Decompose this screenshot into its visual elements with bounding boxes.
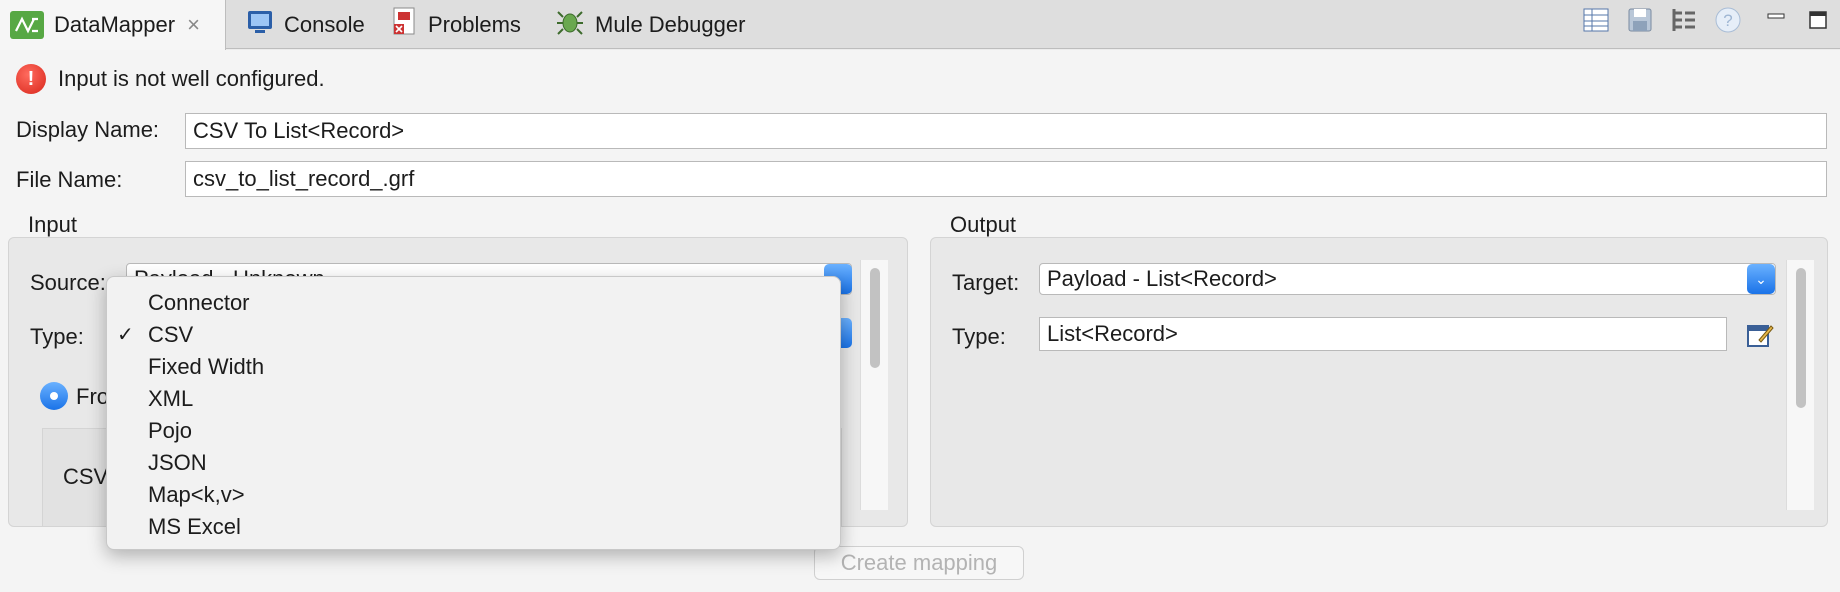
- maximize-icon[interactable]: [1804, 6, 1832, 34]
- tab-problems[interactable]: Problems: [380, 0, 540, 49]
- output-scrollbar[interactable]: [1786, 260, 1814, 510]
- tab-console[interactable]: Console: [236, 0, 376, 49]
- menu-item-ms-excel[interactable]: MS Excel: [107, 511, 840, 543]
- menu-item-map[interactable]: Map<k,v>: [107, 479, 840, 511]
- output-group-title: Output: [950, 212, 1017, 237]
- scroll-thumb[interactable]: [1796, 268, 1806, 408]
- edit-icon[interactable]: [1745, 320, 1775, 350]
- tab-label: Problems: [428, 11, 521, 37]
- input-scrollbar[interactable]: [860, 260, 888, 510]
- tree-view-icon[interactable]: [1670, 6, 1698, 34]
- menu-item-connector[interactable]: Connector: [107, 287, 840, 319]
- mule-debugger-icon: [555, 7, 585, 43]
- output-type-label: Type:: [952, 324, 1006, 349]
- target-label: Target:: [952, 270, 1020, 295]
- menu-item-fixed-width[interactable]: Fixed Width: [107, 351, 840, 383]
- target-value: Payload - List<Record>: [1047, 266, 1277, 291]
- scroll-thumb[interactable]: [870, 268, 880, 368]
- menu-item-label: Connector: [148, 290, 250, 315]
- tab-mule-debugger[interactable]: Mule Debugger: [545, 0, 765, 49]
- output-type-field[interactable]: List<Record>: [1039, 317, 1727, 351]
- menu-item-json[interactable]: JSON: [107, 447, 840, 479]
- type-label: Type:: [30, 324, 84, 349]
- menu-item-xml[interactable]: XML: [107, 383, 840, 415]
- display-name-label: Display Name:: [16, 117, 160, 142]
- menu-item-csv[interactable]: ✓ CSV: [107, 319, 840, 351]
- tab-label: Mule Debugger: [595, 11, 746, 37]
- help-icon[interactable]: ?: [1714, 6, 1742, 34]
- menu-item-label: Pojo: [148, 418, 193, 443]
- minimize-icon[interactable]: [1762, 6, 1790, 34]
- datamapper-icon: [10, 11, 44, 39]
- tab-label: Console: [284, 11, 365, 37]
- file-name-label: File Name:: [16, 167, 123, 192]
- menu-item-label: Map<k,v>: [148, 482, 245, 507]
- tab-label: DataMapper: [54, 12, 176, 37]
- save-icon[interactable]: [1626, 6, 1654, 34]
- display-name-field[interactable]: CSV To List<Record>: [185, 113, 1827, 149]
- menu-item-label: MS Excel: [148, 514, 241, 539]
- console-icon: [246, 9, 274, 41]
- menu-item-label: JSON: [148, 450, 207, 475]
- type-dropdown-menu: Connector ✓ CSV Fixed Width XML Pojo JSON…: [106, 276, 841, 550]
- from-radio[interactable]: [40, 382, 68, 410]
- svg-text:?: ?: [1723, 11, 1732, 30]
- tab-datamapper[interactable]: DataMapper ×: [0, 0, 226, 50]
- menu-item-label: Fixed Width: [148, 354, 265, 379]
- problems-icon: [390, 6, 418, 44]
- menu-item-pojo[interactable]: Pojo: [107, 415, 840, 447]
- editor-tab-bar: DataMapper × Console Problems Mule Debug…: [0, 0, 1840, 50]
- from-radio-label: Fro: [76, 384, 109, 409]
- chevron-down-icon[interactable]: ⌄: [1747, 264, 1775, 294]
- table-view-icon[interactable]: [1582, 6, 1610, 34]
- file-name-field[interactable]: csv_to_list_record_.grf: [185, 161, 1827, 197]
- menu-item-label: CSV: [148, 322, 194, 347]
- close-icon[interactable]: ×: [187, 12, 200, 38]
- menu-item-label: XML: [148, 386, 194, 411]
- input-group-title: Input: [28, 212, 77, 237]
- error-icon: !: [16, 64, 46, 94]
- validation-message: Input is not well configured.: [58, 66, 325, 91]
- create-mapping-button[interactable]: Create mapping: [814, 546, 1024, 580]
- target-combo[interactable]: Payload - List<Record>: [1039, 263, 1776, 295]
- source-label: Source:: [30, 270, 106, 295]
- checkmark-icon: ✓: [117, 324, 134, 346]
- csv-config-label: CSV: [63, 464, 109, 489]
